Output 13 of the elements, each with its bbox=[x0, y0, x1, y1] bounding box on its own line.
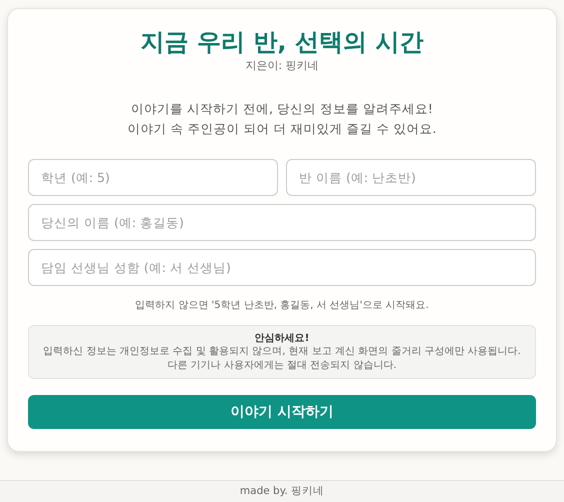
input-field[interactable]: 담임 선생님 성함 (예: 서 선생님) bbox=[28, 248, 536, 286]
author-line: 지은이: 핑키네 bbox=[244, 58, 320, 74]
start-button[interactable]: 이야기 시작하기 bbox=[28, 395, 536, 430]
page-title: 지금 우리 반, 선택의 시간 bbox=[140, 27, 424, 58]
intro-text: 이야기 속 주인공이 되어 더 재미있게 즐길 수 있어요. bbox=[126, 120, 438, 138]
notice-title: 안심하세요! bbox=[254, 332, 310, 346]
footer-credit: made by. 핑키네 bbox=[0, 480, 564, 502]
intro-text: 이야기를 시작하기 전에, 당신의 정보를 알려주세요! bbox=[130, 100, 434, 118]
hint-text: 입력하지 않으면 '5학년 난초반, 홍길동, 서 선생님'으로 시작돼요. bbox=[134, 298, 430, 313]
notice-text: 입력하신 정보는 개인정보로 수집 및 활용되지 않으며, 현재 보고 계신 화면의 줄거리 구성에만 사용됩니다. 다른 기기나 사용자에게는 절대 전송되지 않습니다. bbox=[42, 345, 522, 372]
input-field[interactable]: 당신의 이름 (예: 홍길동) bbox=[28, 204, 536, 241]
input-field[interactable]: 학년 (예: 5) bbox=[28, 158, 278, 196]
input-field[interactable]: 반 이름 (예: 난초반) bbox=[286, 158, 536, 196]
